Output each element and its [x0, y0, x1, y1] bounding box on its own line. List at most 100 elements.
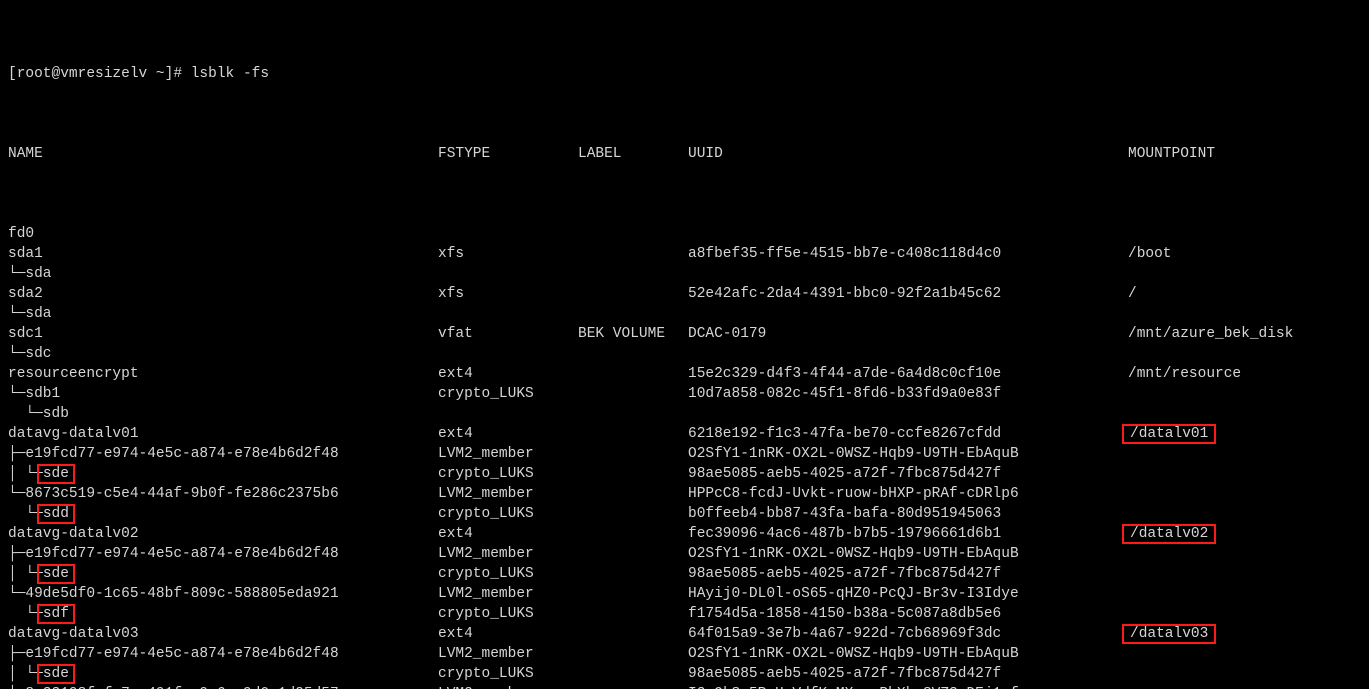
device-name: └─49de5df0-1c65-48bf-809c-588805eda921: [8, 584, 438, 604]
lsblk-row: datavg-datalv02ext4 fec39096-4ac6-487b-b7…: [8, 524, 1361, 544]
lsblk-row: │ └─sdecrypto_LUKS 98ae5085-aeb5-4025-a72…: [8, 464, 1361, 484]
fstype: LVM2_member: [438, 684, 578, 689]
device-name: └─sda: [8, 264, 438, 284]
device-name: └─sdf: [8, 604, 438, 624]
prompt-line: [root@vmresizelv ~]# lsblk -fs: [8, 64, 1361, 84]
device-name: sdc1: [8, 324, 438, 344]
uuid: 15e2c329-d4f3-4f44-a7de-6a4d8c0cf10e: [688, 364, 1128, 384]
uuid: O2SfY1-1nRK-OX2L-0WSZ-Hqb9-U9TH-EbAquB: [688, 444, 1128, 464]
highlighted-device: sdd: [37, 504, 75, 524]
uuid: DCAC-0179: [688, 324, 1128, 344]
uuid: fec39096-4ac6-487b-b7b5-19796661d6b1: [688, 524, 1128, 544]
device-name: └─8a33198f-fa7e-491f-a9c6-e9d0a1d25d57: [8, 684, 438, 689]
fstype: LVM2_member: [438, 444, 578, 464]
uuid: I3zQkS-5RnH-VdfK-MXwu-BhXk-8VZ3-DEj1sf: [688, 684, 1128, 689]
fstype: xfs: [438, 284, 578, 304]
device-name: └─8673c519-c5e4-44af-9b0f-fe286c2375b6: [8, 484, 438, 504]
device-name: ├─e19fcd77-e974-4e5c-a874-e78e4b6d2f48: [8, 644, 438, 664]
device-name: resourceencrypt: [8, 364, 438, 384]
label: BEK VOLUME: [578, 324, 688, 344]
lsblk-row: └─49de5df0-1c65-48bf-809c-588805eda921LV…: [8, 584, 1361, 604]
lsblk-row: ├─e19fcd77-e974-4e5c-a874-e78e4b6d2f48LV…: [8, 444, 1361, 464]
col-fstype: FSTYPE: [438, 144, 578, 164]
uuid: O2SfY1-1nRK-OX2L-0WSZ-Hqb9-U9TH-EbAquB: [688, 544, 1128, 564]
mountpoint: /boot: [1128, 244, 1172, 264]
device-name: │ └─sde: [8, 564, 438, 584]
col-name: NAME: [8, 144, 438, 164]
lsblk-output: fd0sda1xfs a8fbef35-ff5e-4515-bb7e-c408c1…: [8, 224, 1361, 689]
fstype: xfs: [438, 244, 578, 264]
device-name: fd0: [8, 224, 438, 244]
device-name: │ └─sde: [8, 664, 438, 684]
highlighted-mountpoint: /datalv02: [1122, 524, 1216, 544]
terminal-window[interactable]: [root@vmresizelv ~]# lsblk -fs NAME FSTY…: [0, 0, 1369, 689]
uuid: 6218e192-f1c3-47fa-be70-ccfe8267cfdd: [688, 424, 1128, 444]
highlighted-device: sde: [37, 464, 75, 484]
device-name: ├─e19fcd77-e974-4e5c-a874-e78e4b6d2f48: [8, 544, 438, 564]
uuid: HPPcC8-fcdJ-Uvkt-ruow-bHXP-pRAf-cDRlp6: [688, 484, 1128, 504]
lsblk-row: └─8a33198f-fa7e-491f-a9c6-e9d0a1d25d57LV…: [8, 684, 1361, 689]
mountpoint: /datalv02: [1128, 524, 1210, 544]
col-uuid: UUID: [688, 144, 1128, 164]
uuid: 98ae5085-aeb5-4025-a72f-7fbc875d427f: [688, 464, 1128, 484]
uuid: 64f015a9-3e7b-4a67-922d-7cb68969f3dc: [688, 624, 1128, 644]
lsblk-row: ├─e19fcd77-e974-4e5c-a874-e78e4b6d2f48LV…: [8, 544, 1361, 564]
mountpoint: /mnt/resource: [1128, 364, 1241, 384]
highlighted-device: sde: [37, 564, 75, 584]
fstype: crypto_LUKS: [438, 504, 578, 524]
device-name: └─sdb1: [8, 384, 438, 404]
fstype: LVM2_member: [438, 644, 578, 664]
device-name: └─sdd: [8, 504, 438, 524]
lsblk-row: resourceencryptext415e2c329-d4f3-4f44-a7…: [8, 364, 1361, 384]
fstype: crypto_LUKS: [438, 464, 578, 484]
highlighted-device: sdf: [37, 604, 75, 624]
lsblk-row: └─sdb1crypto_LUKS10d7a858-082c-45f1-8fd6…: [8, 384, 1361, 404]
lsblk-row: datavg-datalv01ext4 6218e192-f1c3-47fa-be…: [8, 424, 1361, 444]
fstype: LVM2_member: [438, 584, 578, 604]
uuid: a8fbef35-ff5e-4515-bb7e-c408c118d4c0: [688, 244, 1128, 264]
device-name: sda1: [8, 244, 438, 264]
mountpoint: /: [1128, 284, 1137, 304]
mountpoint: /datalv03: [1128, 624, 1210, 644]
shell-prompt: [root@vmresizelv ~]# lsblk -fs: [8, 64, 269, 84]
lsblk-row: └─sda: [8, 304, 1361, 324]
highlighted-device: sde: [37, 664, 75, 684]
uuid: O2SfY1-1nRK-OX2L-0WSZ-Hqb9-U9TH-EbAquB: [688, 644, 1128, 664]
fstype: ext4: [438, 524, 578, 544]
lsblk-row: ├─e19fcd77-e974-4e5c-a874-e78e4b6d2f48LV…: [8, 644, 1361, 664]
lsblk-row: fd0: [8, 224, 1361, 244]
device-name: └─sdb: [8, 404, 438, 424]
lsblk-row: sda2xfs 52e42afc-2da4-4391-bbc0-92f2a1b45…: [8, 284, 1361, 304]
device-name: ├─e19fcd77-e974-4e5c-a874-e78e4b6d2f48: [8, 444, 438, 464]
uuid: 10d7a858-082c-45f1-8fd6-b33fd9a0e83f: [688, 384, 1128, 404]
device-name: datavg-datalv02: [8, 524, 438, 544]
uuid: 98ae5085-aeb5-4025-a72f-7fbc875d427f: [688, 664, 1128, 684]
fstype: vfat: [438, 324, 578, 344]
highlighted-mountpoint: /datalv03: [1122, 624, 1216, 644]
lsblk-header: NAME FSTYPE LABEL UUID MOUNTPOINT: [8, 144, 1361, 164]
device-name: └─sda: [8, 304, 438, 324]
device-name: datavg-datalv03: [8, 624, 438, 644]
lsblk-row: sda1xfs a8fbef35-ff5e-4515-bb7e-c408c118d…: [8, 244, 1361, 264]
lsblk-row: └─sdb: [8, 404, 1361, 424]
lsblk-row: └─sddcrypto_LUKSb0ffeeb4-bb87-43fa-bafa-…: [8, 504, 1361, 524]
uuid: HAyij0-DL0l-oS65-qHZ0-PcQJ-Br3v-I3Idye: [688, 584, 1128, 604]
device-name: sda2: [8, 284, 438, 304]
lsblk-row: │ └─sdecrypto_LUKS 98ae5085-aeb5-4025-a72…: [8, 664, 1361, 684]
uuid: 52e42afc-2da4-4391-bbc0-92f2a1b45c62: [688, 284, 1128, 304]
device-name: datavg-datalv01: [8, 424, 438, 444]
uuid: f1754d5a-1858-4150-b38a-5c087a8db5e6: [688, 604, 1128, 624]
lsblk-row: sdc1vfatBEK VOLUMEDCAC-0179/mnt/azure_be…: [8, 324, 1361, 344]
fstype: LVM2_member: [438, 484, 578, 504]
lsblk-row: └─sdc: [8, 344, 1361, 364]
mountpoint: /mnt/azure_bek_disk: [1128, 324, 1293, 344]
fstype: ext4: [438, 424, 578, 444]
lsblk-row: datavg-datalv03ext464f015a9-3e7b-4a67-92…: [8, 624, 1361, 644]
device-name: └─sdc: [8, 344, 438, 364]
device-name: │ └─sde: [8, 464, 438, 484]
fstype: LVM2_member: [438, 544, 578, 564]
fstype: crypto_LUKS: [438, 604, 578, 624]
col-mountpoint: MOUNTPOINT: [1128, 144, 1215, 164]
lsblk-row: └─8673c519-c5e4-44af-9b0f-fe286c2375b6LV…: [8, 484, 1361, 504]
fstype: crypto_LUKS: [438, 664, 578, 684]
